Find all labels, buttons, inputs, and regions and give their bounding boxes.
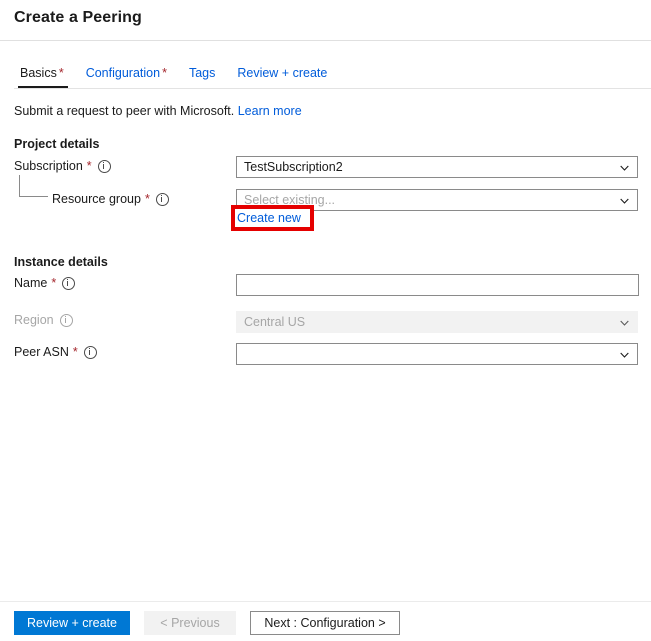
info-icon[interactable] — [155, 192, 169, 206]
tab-bar: Basics * Configuration * Tags Review + cre… — [14, 66, 338, 88]
tab-basics-label: Basics — [20, 66, 57, 80]
section-heading-instance-details: Instance details — [14, 255, 108, 269]
subscription-label-text: Subscription — [14, 159, 83, 173]
tab-configuration-required: * — [162, 66, 167, 80]
chevron-down-icon — [620, 351, 629, 360]
tab-review-create-label: Review + create — [237, 66, 328, 80]
subscription-required-marker: * — [86, 159, 92, 173]
subscription-label: Subscription * — [14, 159, 111, 173]
resource-group-placeholder: Select existing... — [244, 193, 336, 207]
intro-description: Submit a request to peer with Microsoft. — [14, 104, 235, 118]
name-label-text: Name — [14, 276, 48, 290]
region-value: Central US — [244, 315, 306, 329]
tab-configuration-label: Configuration — [85, 66, 161, 80]
peer-asn-label: Peer ASN * — [14, 345, 97, 359]
create-new-link[interactable]: Create new — [237, 211, 301, 225]
name-label: Name * — [14, 276, 76, 290]
tab-configuration[interactable]: Configuration * — [75, 66, 178, 88]
chevron-down-icon — [620, 197, 629, 206]
chevron-down-icon — [620, 319, 629, 328]
intro-text: Submit a request to peer with Microsoft.… — [14, 104, 302, 118]
tab-basics-required: * — [58, 66, 64, 80]
region-dropdown: Central US — [236, 311, 638, 333]
header-divider — [0, 40, 651, 41]
peer-asn-required-marker: * — [72, 345, 78, 359]
tab-basics[interactable]: Basics * — [14, 66, 75, 88]
name-required-marker: * — [51, 276, 57, 290]
tab-review-create[interactable]: Review + create — [226, 66, 338, 88]
region-label-text: Region — [14, 313, 54, 327]
name-input[interactable] — [236, 274, 639, 296]
info-icon[interactable] — [83, 345, 97, 359]
resource-group-label-text: Resource group — [52, 192, 141, 206]
section-heading-project-details: Project details — [14, 137, 100, 151]
previous-button: < Previous — [144, 611, 236, 635]
subscription-dropdown[interactable]: TestSubscription2 — [236, 156, 638, 178]
tab-tags[interactable]: Tags — [178, 66, 226, 88]
page-title: Create a Peering — [14, 9, 142, 26]
region-label: Region — [14, 313, 73, 327]
chevron-down-icon — [620, 164, 629, 173]
next-configuration-button[interactable]: Next : Configuration > — [250, 611, 400, 635]
resource-group-label: Resource group * — [52, 192, 169, 206]
subscription-value: TestSubscription2 — [244, 160, 343, 174]
peer-asn-dropdown[interactable] — [236, 343, 638, 365]
resource-group-tree-connector — [19, 175, 48, 197]
info-icon[interactable] — [97, 159, 111, 173]
resource-group-dropdown[interactable]: Select existing... — [236, 189, 638, 211]
info-icon[interactable] — [62, 276, 76, 290]
peer-asn-label-text: Peer ASN — [14, 345, 69, 359]
resource-group-required-marker: * — [144, 192, 150, 206]
tab-bar-divider — [14, 88, 651, 89]
review-create-button[interactable]: Review + create — [14, 611, 130, 635]
tab-tags-label: Tags — [188, 66, 216, 80]
learn-more-link[interactable]: Learn more — [238, 104, 302, 118]
footer-divider — [0, 601, 651, 602]
info-icon[interactable] — [59, 313, 73, 327]
